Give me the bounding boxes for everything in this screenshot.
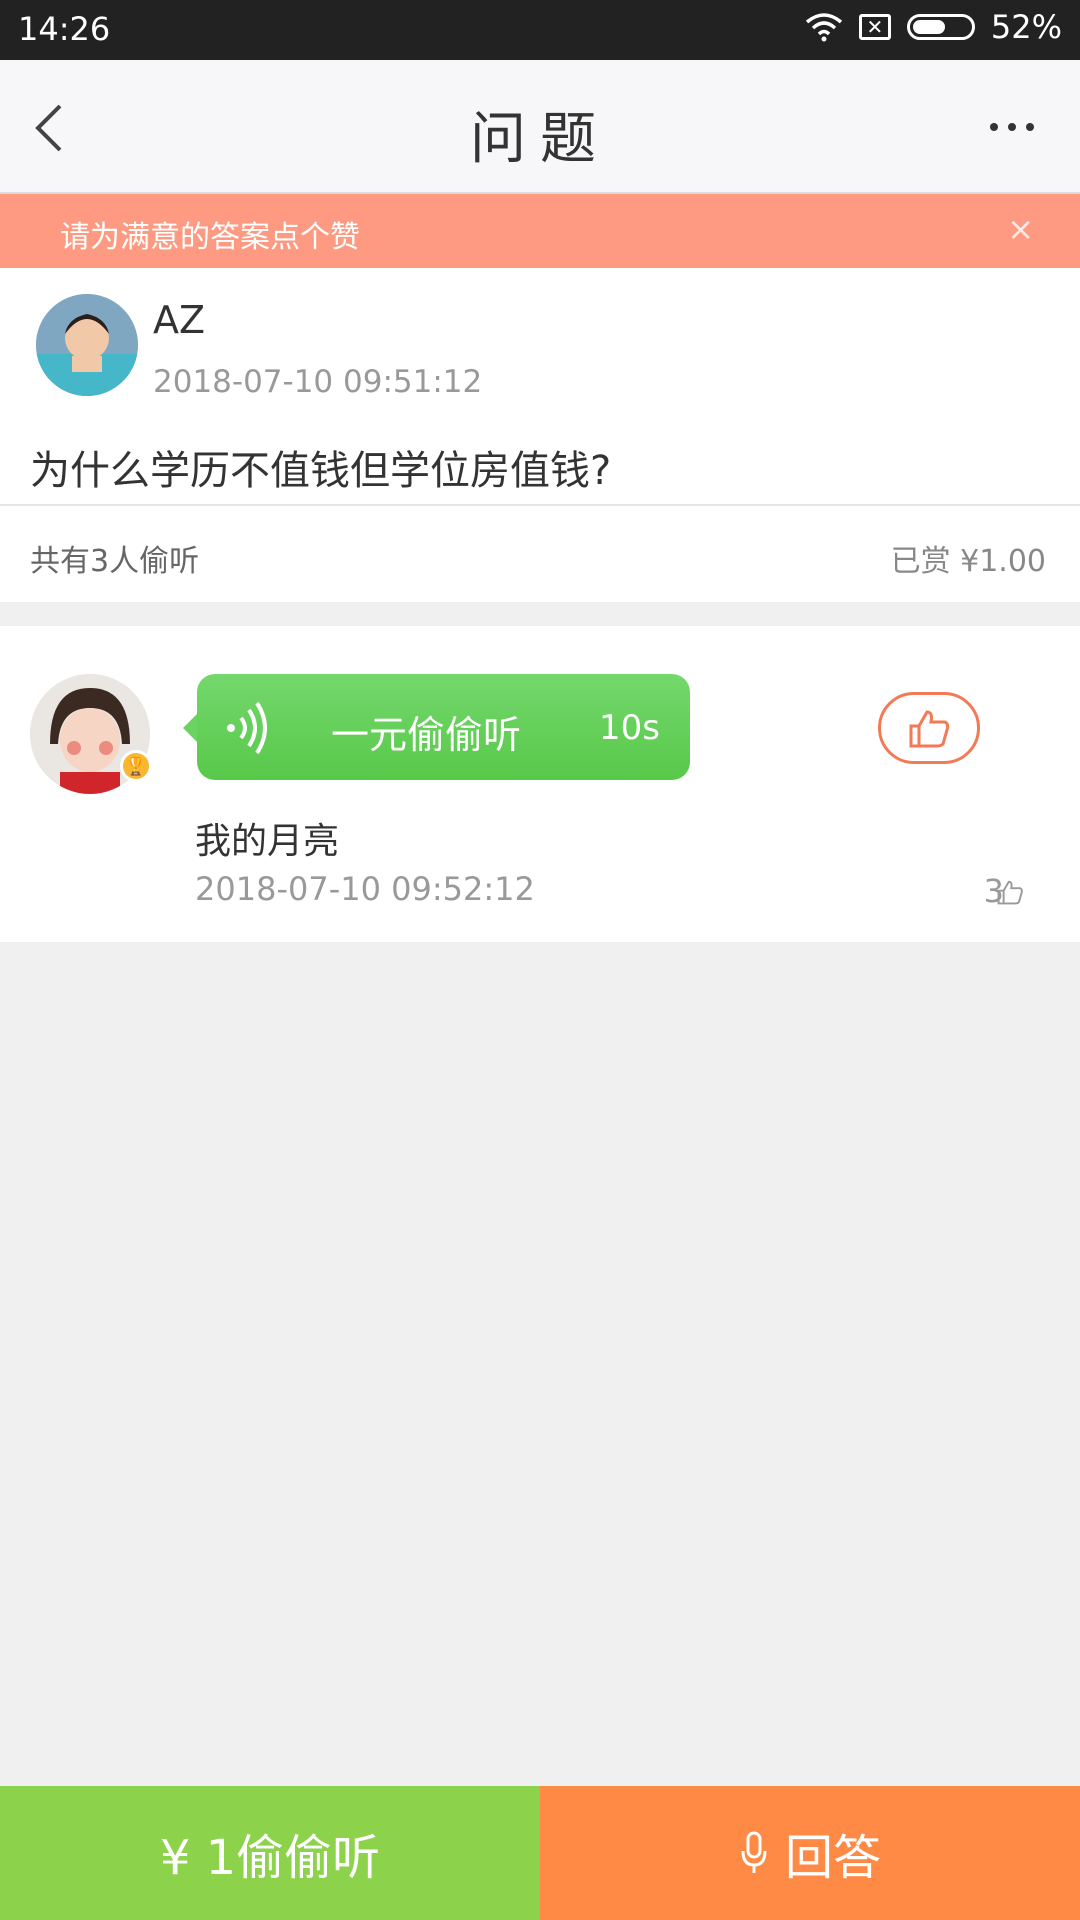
sound-wave-icon: [227, 701, 267, 755]
pay-to-listen-button[interactable]: ¥ 1偷偷听: [0, 1786, 540, 1920]
status-bar: 14:26 ✕ 52%: [0, 0, 1080, 60]
bottom-action-bar: ¥ 1偷偷听 回答: [0, 1786, 1080, 1920]
tip-banner: 请为满意的答案点个赞 ×: [0, 194, 1080, 268]
status-icons: ✕ 52%: [805, 8, 1062, 46]
answer-button[interactable]: 回答: [540, 1786, 1080, 1920]
answer-time: 2018-07-10 09:52:12: [195, 870, 535, 908]
pay-to-listen-label: ¥ 1偷偷听: [159, 1830, 381, 1886]
page-title: 问题: [470, 107, 610, 172]
more-options-icon[interactable]: [990, 112, 1050, 142]
status-time: 14:26: [18, 10, 111, 48]
thumbs-up-icon: [997, 880, 1023, 905]
answer-text: 我的月亮: [195, 821, 340, 862]
divider: [0, 504, 1080, 506]
no-sim-icon: ✕: [858, 14, 891, 40]
reward-amount: 已赏 ¥1.00: [890, 544, 1046, 579]
question-card: AZ 2018-07-10 09:51:12 为什么学历不值钱但学位房值钱? 共…: [0, 268, 1080, 602]
like-button[interactable]: [878, 692, 980, 764]
microphone-icon: [741, 1831, 767, 1873]
listener-count: 共有3人偷听: [30, 544, 200, 579]
question-author: AZ: [153, 298, 206, 342]
battery-icon: [906, 14, 975, 40]
question-text: 为什么学历不值钱但学位房值钱?: [30, 448, 612, 494]
bubble-label: 一元偷偷听: [331, 713, 522, 757]
app-header: 问题: [0, 60, 1080, 194]
answer-card: 🏆 一元偷偷听 10s 我的月亮 2018-07-10 09:52:12 3: [0, 626, 1080, 942]
answer-label: 回答: [784, 1830, 881, 1886]
audio-duration: 10s: [599, 708, 660, 748]
wifi-icon: [805, 13, 842, 42]
avatar[interactable]: [36, 294, 138, 396]
listen-bubble-button[interactable]: 一元偷偷听 10s: [183, 674, 690, 780]
close-icon[interactable]: ×: [1007, 210, 1034, 248]
question-time: 2018-07-10 09:51:12: [153, 364, 483, 400]
thumbs-up-icon: [909, 710, 950, 748]
battery-percent: 52%: [990, 8, 1062, 46]
trophy-icon: 🏆: [120, 750, 152, 782]
tip-text: 请为满意的答案点个赞: [60, 220, 360, 255]
